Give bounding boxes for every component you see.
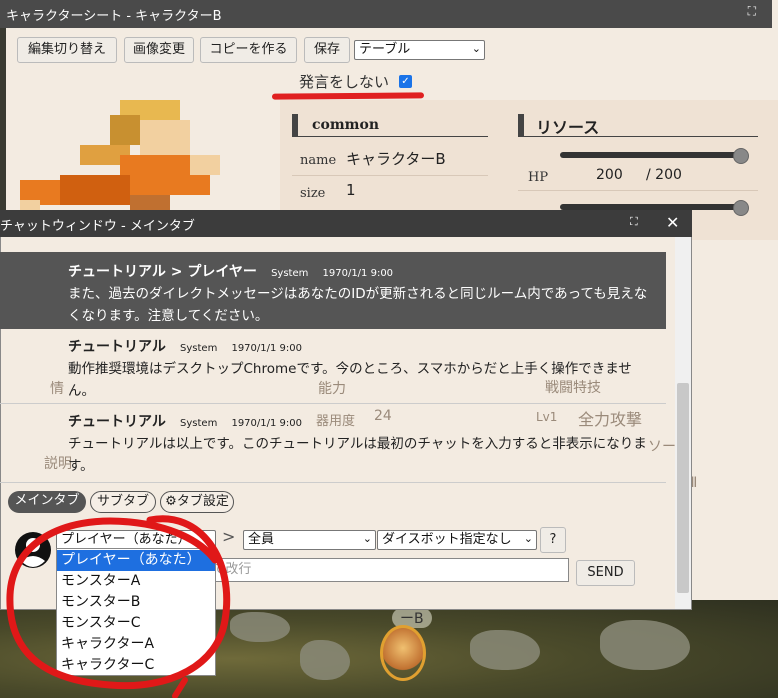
chat-window-title: チャットウィンドウ - メインタブ (0, 219, 195, 234)
hp-max: / 200 (646, 167, 682, 183)
chat-message: チュートリアル System 1970/1/1 9:00 動作推奨環境はデスクト… (0, 330, 666, 402)
chevron-down-icon: ⌄ (471, 42, 481, 55)
change-image-button[interactable]: 画像変更 (124, 37, 194, 63)
common-header: common (312, 117, 380, 133)
resource-slider-thumb[interactable] (733, 200, 749, 216)
message-body: 動作推奨環境はデスクトップChromeです。今のところ、スマホからだと上手く操作… (68, 361, 632, 399)
message-sender-name: チュートリアル > プレイヤー (68, 264, 257, 280)
board-rock (470, 630, 540, 670)
hp-slider-track[interactable] (560, 152, 740, 158)
name-value[interactable]: キャラクターB (346, 148, 446, 169)
message-time: 1970/1/1 9:00 (231, 418, 302, 429)
size-value[interactable]: 1 (346, 181, 356, 199)
dicebot-select[interactable]: ダイスボット指定なし ⌄ (377, 530, 537, 550)
message-system-tag: System (271, 268, 309, 279)
hp-label: HP (528, 170, 549, 185)
character-sheet-titlebar[interactable]: キャラクターシート - キャラクターB ⛶ (0, 0, 772, 28)
no-speak-checkbox[interactable]: ✓ (399, 75, 412, 88)
chevron-down-icon: ⌄ (523, 532, 533, 545)
close-icon[interactable]: ✕ (666, 213, 679, 232)
chat-message: チュートリアル System 1970/1/1 9:00 チュートリアルは以上で… (0, 405, 666, 481)
edit-toggle-button[interactable]: 編集切り替え (17, 37, 117, 63)
window-title: キャラクターシート - キャラクターB (6, 9, 222, 24)
name-label: name (300, 153, 337, 168)
section-marker (292, 114, 298, 136)
divider (292, 136, 488, 137)
target-select[interactable]: 全員 ⌄ (243, 530, 376, 550)
maximize-icon[interactable]: ⛶ (630, 215, 638, 229)
chat-message: チュートリアル > プレイヤー System 1970/1/1 9:00 また、… (0, 252, 666, 329)
resource-header: リソース (536, 118, 600, 137)
dicebot-select-value: ダイスボット指定なし (382, 532, 512, 547)
message-sender-name: チュートリアル (68, 414, 166, 430)
message-body: チュートリアルは以上です。このチュートリアルは最初のチャットを入力すると非表示に… (68, 436, 647, 474)
chat-scrollbar-thumb[interactable] (677, 383, 689, 593)
hp-value[interactable]: 200 (596, 167, 623, 183)
message-body: また、過去のダイレクトメッセージはあなたのIDが更新されると同じルーム内であって… (68, 286, 648, 324)
divider (292, 175, 488, 176)
view-select-value: テーブル (359, 42, 411, 57)
board-rock (600, 620, 690, 670)
size-label: size (300, 186, 326, 201)
message-divider (0, 482, 666, 483)
divider (518, 136, 758, 137)
no-speak-label: 発言をしない (299, 73, 390, 91)
message-sender-name: チュートリアル (68, 339, 166, 355)
message-system-tag: System (180, 418, 218, 429)
message-system-tag: System (180, 343, 218, 354)
send-button[interactable]: SEND (576, 560, 635, 586)
copy-button[interactable]: コピーを作る (200, 37, 297, 63)
board-character-piece[interactable] (380, 625, 426, 681)
chevron-down-icon: ⌄ (362, 532, 372, 545)
hp-slider-thumb[interactable] (733, 148, 749, 164)
section-marker (518, 114, 524, 136)
annotation-circle (6, 515, 231, 698)
view-select[interactable]: テーブル ⌄ (354, 40, 485, 60)
help-button[interactable]: ? (540, 527, 566, 553)
maximize-icon[interactable]: ⛶ (748, 4, 756, 19)
message-time: 1970/1/1 9:00 (231, 343, 302, 354)
divider (518, 190, 758, 191)
message-time: 1970/1/1 9:00 (322, 268, 394, 279)
board-rock (300, 640, 350, 680)
message-divider (0, 403, 666, 404)
save-button[interactable]: 保存 (304, 37, 350, 63)
chat-titlebar[interactable]: チャットウィンドウ - メインタブ ⛶ ✕ (0, 210, 692, 237)
